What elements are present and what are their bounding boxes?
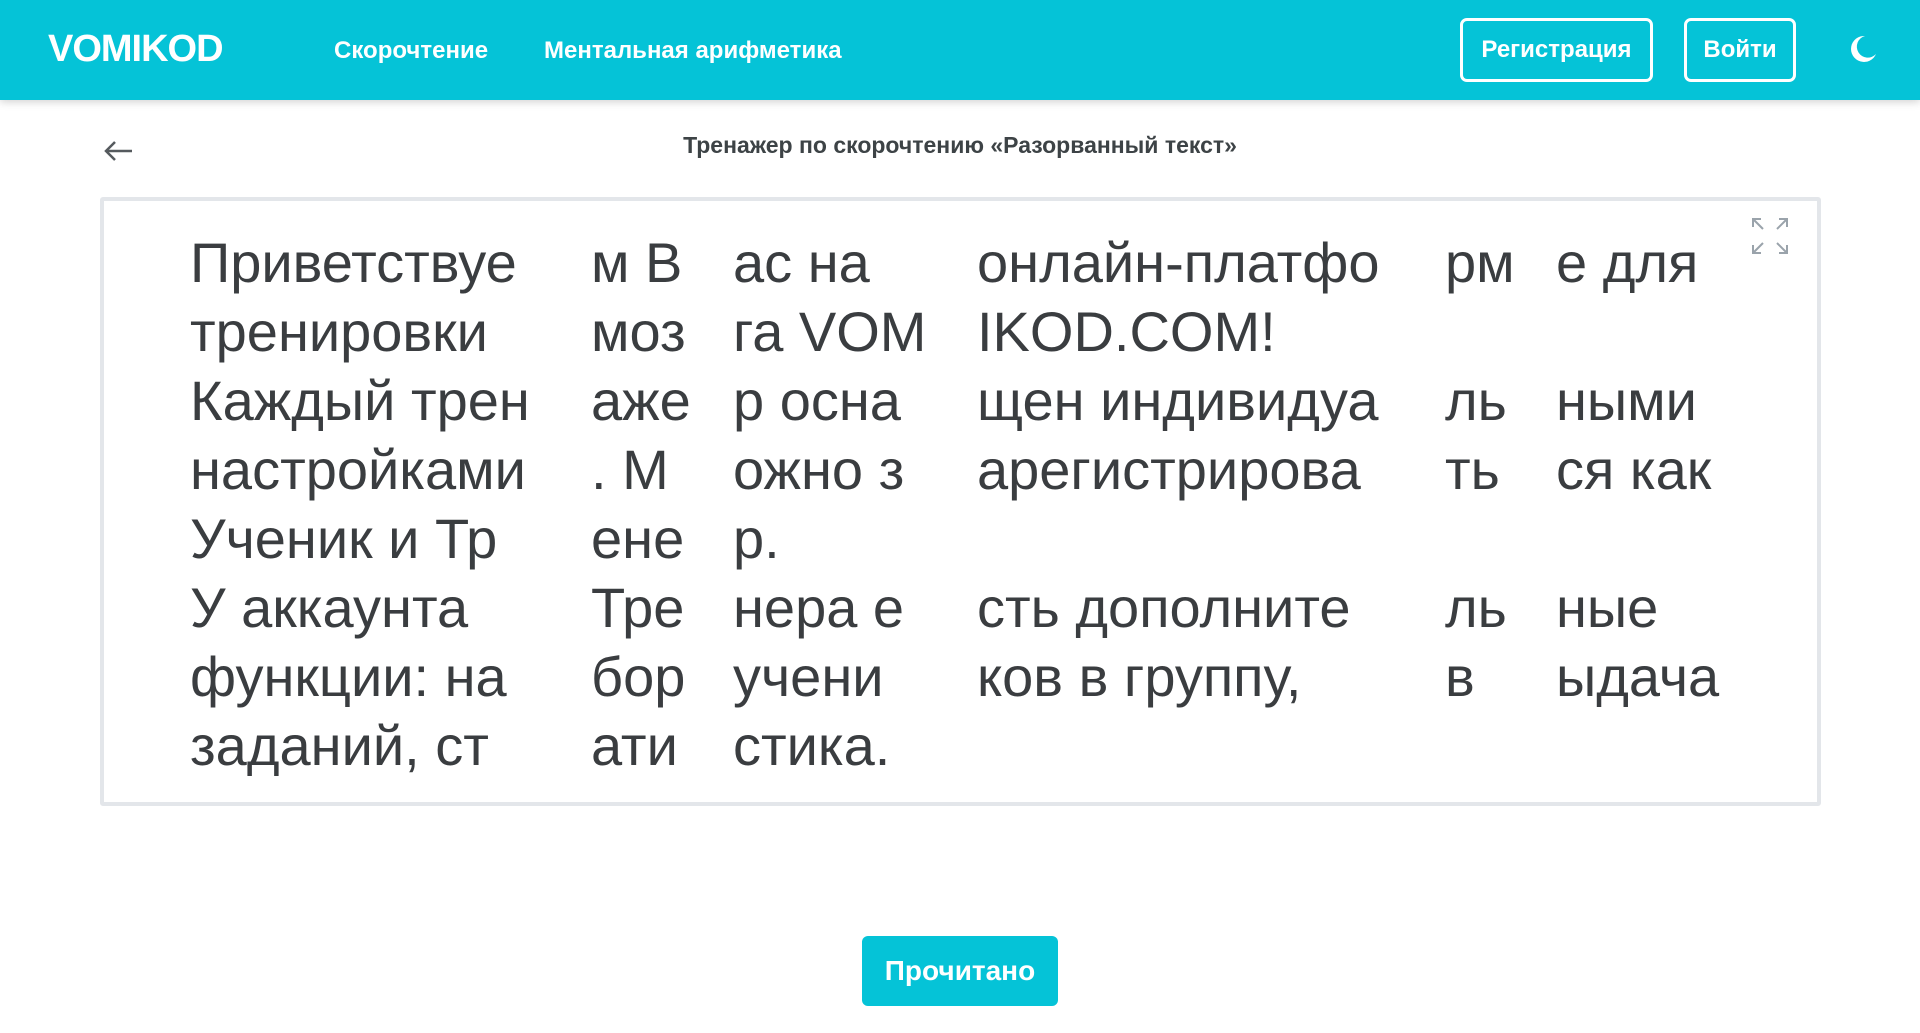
register-button[interactable]: Регистрация [1460,18,1653,82]
text-fragment: учени [733,645,884,708]
text-fragment [977,504,1445,573]
text-fragment: . М [591,438,669,501]
text-fragment: ными [1556,369,1697,432]
text-fragment: ков в группу, [977,645,1302,708]
text-fragment: У аккаунта [190,576,469,639]
text-fragment: бор [591,645,686,708]
text-fragment: настройками [190,438,526,501]
text-fragment: ные [1556,576,1659,639]
text-fragment: заданий, ст [190,714,489,777]
text-fragment: IKOD.COM! [977,300,1276,363]
text-fragment: щен индивидуа [977,369,1379,432]
text-fragment: арегистрирова [977,438,1361,501]
text-fragment: ас на [733,231,870,294]
read-done-button[interactable]: Прочитано [862,936,1058,1006]
text-fragment: моз [591,300,686,363]
text-fragment [1556,504,1776,573]
text-fragment: е для [1556,231,1699,294]
text-fragment: онлайн-платфо [977,231,1380,294]
login-button[interactable]: Войти [1684,18,1796,82]
top-navbar: VOMIKOD Скорочтение Ментальная арифметик… [0,0,1920,100]
text-fragment: аже [591,369,691,432]
text-fragment: сть дополните [977,576,1351,639]
logo-text: VOMIKOD [48,28,224,70]
text-fragment [1445,297,1556,366]
text-fragment [1445,504,1556,573]
page-title: Тренажер по скорочтению «Разорванный тек… [683,132,1237,158]
text-fragment: в [1445,645,1475,708]
text-fragment [977,711,1445,780]
text-fragment: ль [1445,369,1507,432]
text-fragment: р осна [733,369,901,432]
text-fragment: Тре [591,576,685,639]
text-fragment: Приветствуе [190,231,517,294]
text-fragment: рм [1445,231,1515,294]
text-fragment: ати [591,714,678,777]
text-fragment: нера е [733,576,905,639]
text-fragment: ся как [1556,438,1712,501]
text-fragment: тренировки [190,300,488,363]
nav-speed-reading[interactable]: Скорочтение [334,36,488,66]
text-fragment [1556,297,1776,366]
text-fragment: м В [591,231,683,294]
text-fragment: р. [733,507,780,570]
text-fragment [1556,711,1776,780]
text-fragment: стика. [733,714,891,777]
text-fragment: Каждый трен [190,369,530,432]
text-fragment: ть [1445,438,1500,501]
text-fragment: Ученик и Тр [190,507,498,570]
text-fragment: га VOM [733,300,927,363]
text-fragment [1445,711,1556,780]
text-fragment: ене [591,507,685,570]
torn-text-grid: Приветствуе м В ас на онлайн-платфо рм е… [190,228,1776,780]
text-fragment: функции: на [190,645,507,708]
text-fragment: ыдача [1556,645,1720,708]
text-fragment: ожно з [733,438,905,501]
logo[interactable]: VOMIKOD [48,26,224,72]
moon-icon[interactable] [1845,32,1879,66]
text-fragment: ль [1445,576,1507,639]
nav-mental-arithmetic[interactable]: Ментальная арифметика [544,36,842,66]
